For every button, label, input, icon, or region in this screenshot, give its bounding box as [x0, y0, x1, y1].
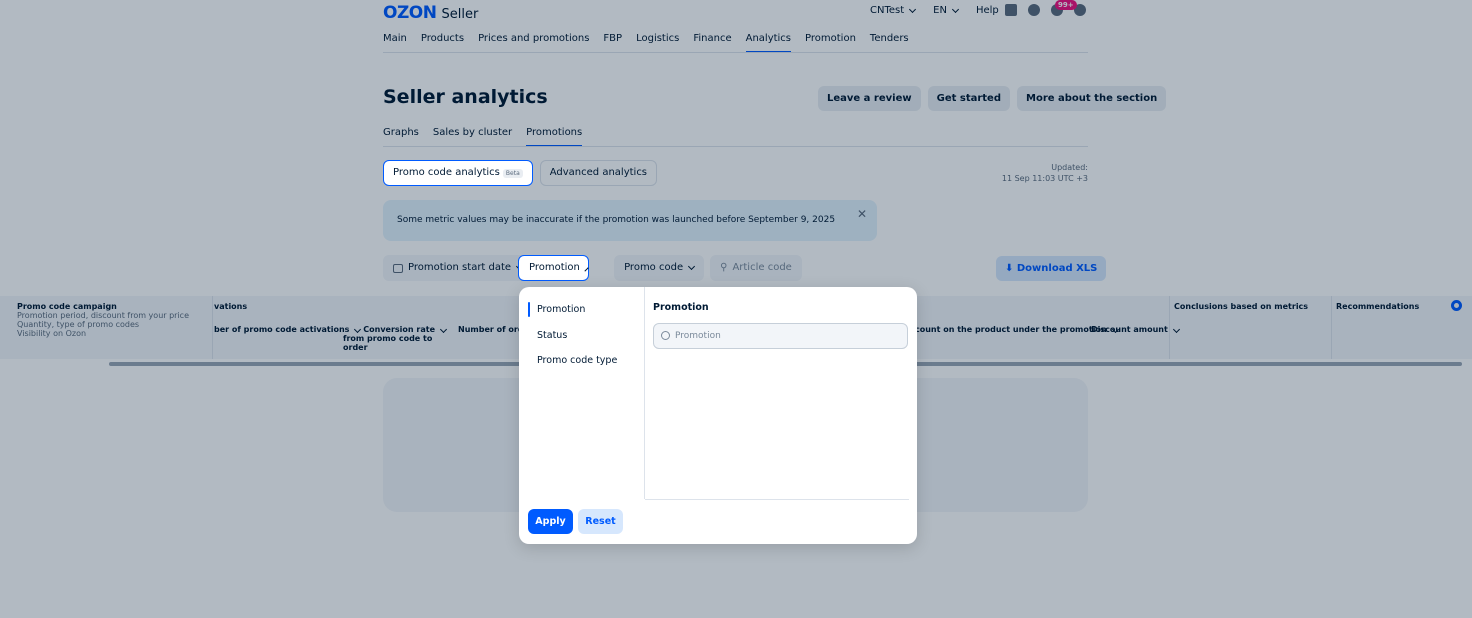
search-placeholder: Promotion	[675, 331, 721, 341]
footer-divider	[645, 499, 909, 500]
panel-title: Promotion	[653, 302, 709, 313]
dropdown-divider	[644, 287, 645, 499]
option-status[interactable]: Status	[537, 330, 567, 341]
option-promotion[interactable]: Promotion	[527, 302, 585, 317]
filter-dropdown: Promotion Status Promo code type Promoti…	[519, 287, 917, 544]
apply-button[interactable]: Apply	[528, 509, 573, 534]
filter-options-list: Promotion Status Promo code type	[522, 289, 640, 380]
search-icon	[661, 331, 670, 340]
promo-code-analytics-button[interactable]: Promo code analytics Beta	[383, 160, 533, 186]
option-promo-code-type[interactable]: Promo code type	[537, 355, 617, 366]
promo-label: Promo code analytics	[393, 167, 500, 178]
promotion-filter-label: Promotion	[529, 262, 580, 273]
chevron-up-icon	[584, 267, 589, 272]
beta-badge: Beta	[502, 169, 523, 178]
promotion-filter[interactable]: Promotion	[518, 255, 589, 281]
reset-button[interactable]: Reset	[578, 509, 623, 534]
promotion-search-input[interactable]: Promotion	[653, 323, 908, 349]
